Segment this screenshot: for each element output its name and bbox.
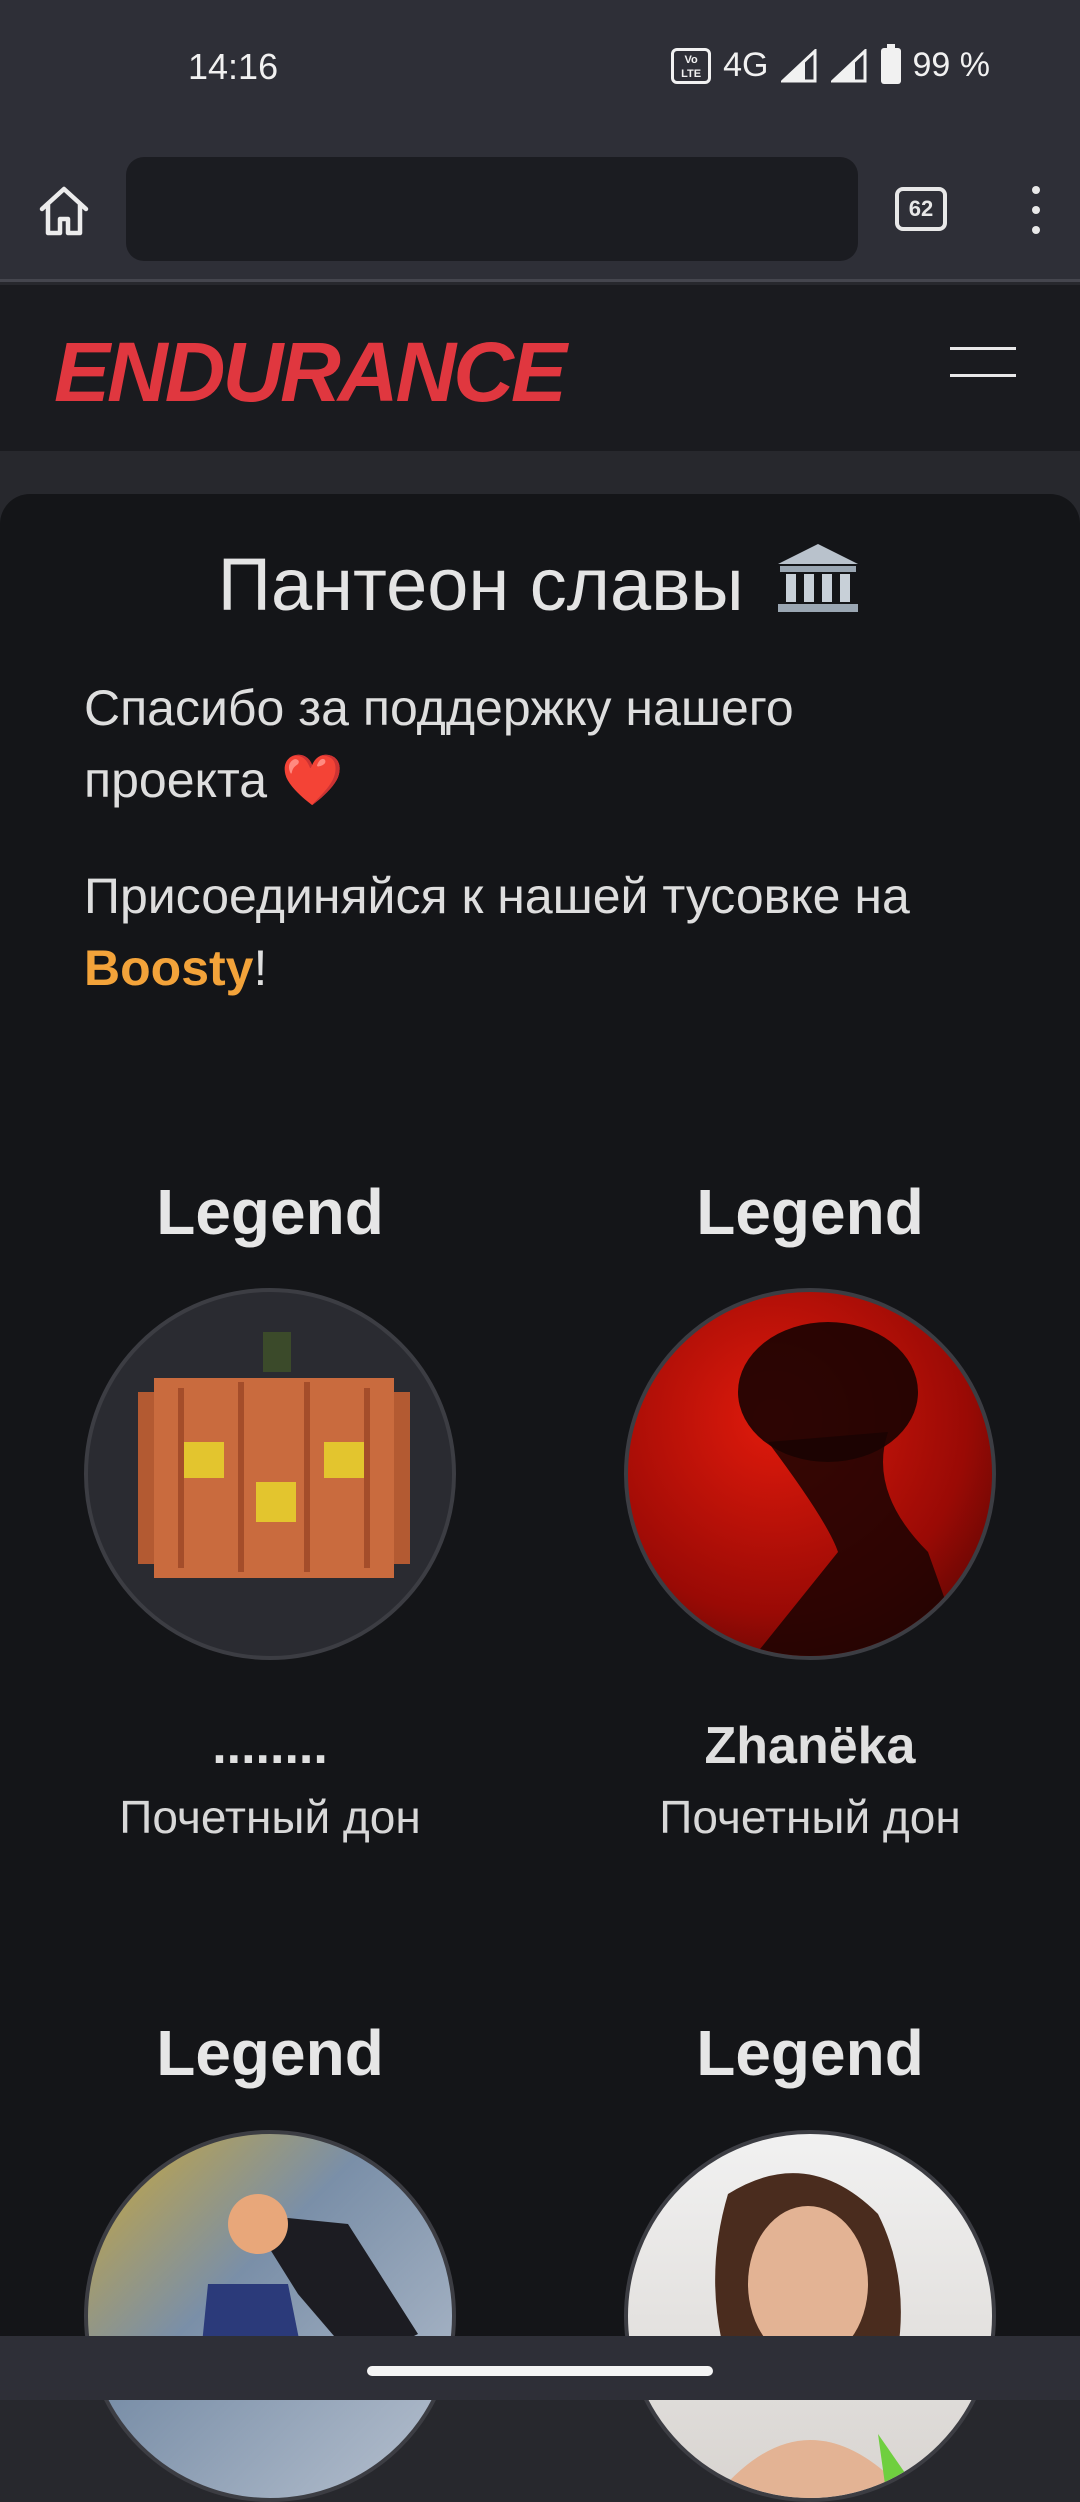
site-logo[interactable]: ENDURANCE	[50, 321, 570, 421]
classical-building-icon	[778, 544, 859, 612]
donor-card: Legend	[0, 1175, 540, 1249]
heart-icon: ❤️	[281, 752, 344, 808]
address-bar[interactable]	[126, 157, 858, 261]
donor-card: Legend	[540, 1175, 1080, 1249]
network-type: 4G	[723, 46, 769, 84]
donor-role: Почетный дон	[119, 1791, 421, 1843]
join-paragraph: Присоединяйся к нашей тусовке на Boosty!	[84, 860, 984, 1004]
gesture-nav-bar	[0, 2336, 1080, 2400]
status-bar: 14:16 Vo LTE 4G 99 %	[0, 0, 1080, 134]
donor-role: Почетный дон	[659, 1791, 961, 1843]
logo-text: ENDURANCE	[54, 325, 570, 419]
donor-tier: Legend	[696, 2017, 924, 2089]
thanks-paragraph: Спасибо за поддержку нашего проекта ❤️	[84, 672, 984, 816]
donor-info: Zhanëka Почетный дон	[540, 1716, 1080, 1844]
join-text: Присоединяйся к нашей тусовке на	[84, 868, 910, 924]
pumpkin-pixel-icon	[138, 1332, 410, 1578]
site-header: ENDURANCE	[0, 285, 1080, 451]
home-gesture-handle[interactable]	[367, 2366, 713, 2376]
donor-tier: Legend	[156, 2017, 384, 2089]
donor-card: Legend	[540, 2016, 1080, 2090]
donor-avatar[interactable]	[624, 1288, 996, 1660]
anime-figure-photo	[198, 2194, 418, 2384]
volte-icon: Vo LTE	[671, 47, 712, 84]
battery-icon	[880, 43, 901, 84]
donor-tier: Legend	[156, 1176, 384, 1248]
donor-card: Legend	[0, 2016, 540, 2090]
signal-icon	[780, 48, 816, 82]
page-title: Пантеон славы	[0, 540, 1080, 627]
browser-toolbar: 62	[0, 134, 1080, 282]
join-text-end: !	[253, 940, 268, 996]
hamburger-menu-icon[interactable]	[950, 347, 1016, 387]
smiling-woman-photo	[714, 2173, 923, 2498]
donor-avatar[interactable]	[84, 1288, 456, 1660]
donor-avatar[interactable]	[624, 2130, 996, 2502]
status-time: 14:16	[188, 46, 279, 87]
donor-tier: Legend	[696, 1176, 924, 1248]
boosty-link[interactable]: Boosty	[84, 940, 253, 996]
donor-name: Zhanëka	[704, 1717, 916, 1775]
donor-name: ........	[212, 1717, 328, 1775]
page-title-text: Пантеон славы	[217, 543, 744, 626]
browser-menu-icon[interactable]	[1020, 182, 1052, 238]
signal-icon-2	[830, 48, 866, 82]
status-icons: Vo LTE 4G 99 %	[671, 43, 991, 85]
thanks-text: Спасибо за поддержку нашего проекта	[84, 680, 794, 808]
donor-info: ........ Почетный дон	[0, 1716, 540, 1844]
red-silhouette-photo	[738, 1322, 966, 1656]
battery-level: 99 %	[912, 46, 991, 84]
home-icon[interactable]	[34, 181, 94, 241]
tab-switcher-button[interactable]: 62	[895, 187, 947, 231]
donor-avatar[interactable]	[84, 2130, 456, 2502]
